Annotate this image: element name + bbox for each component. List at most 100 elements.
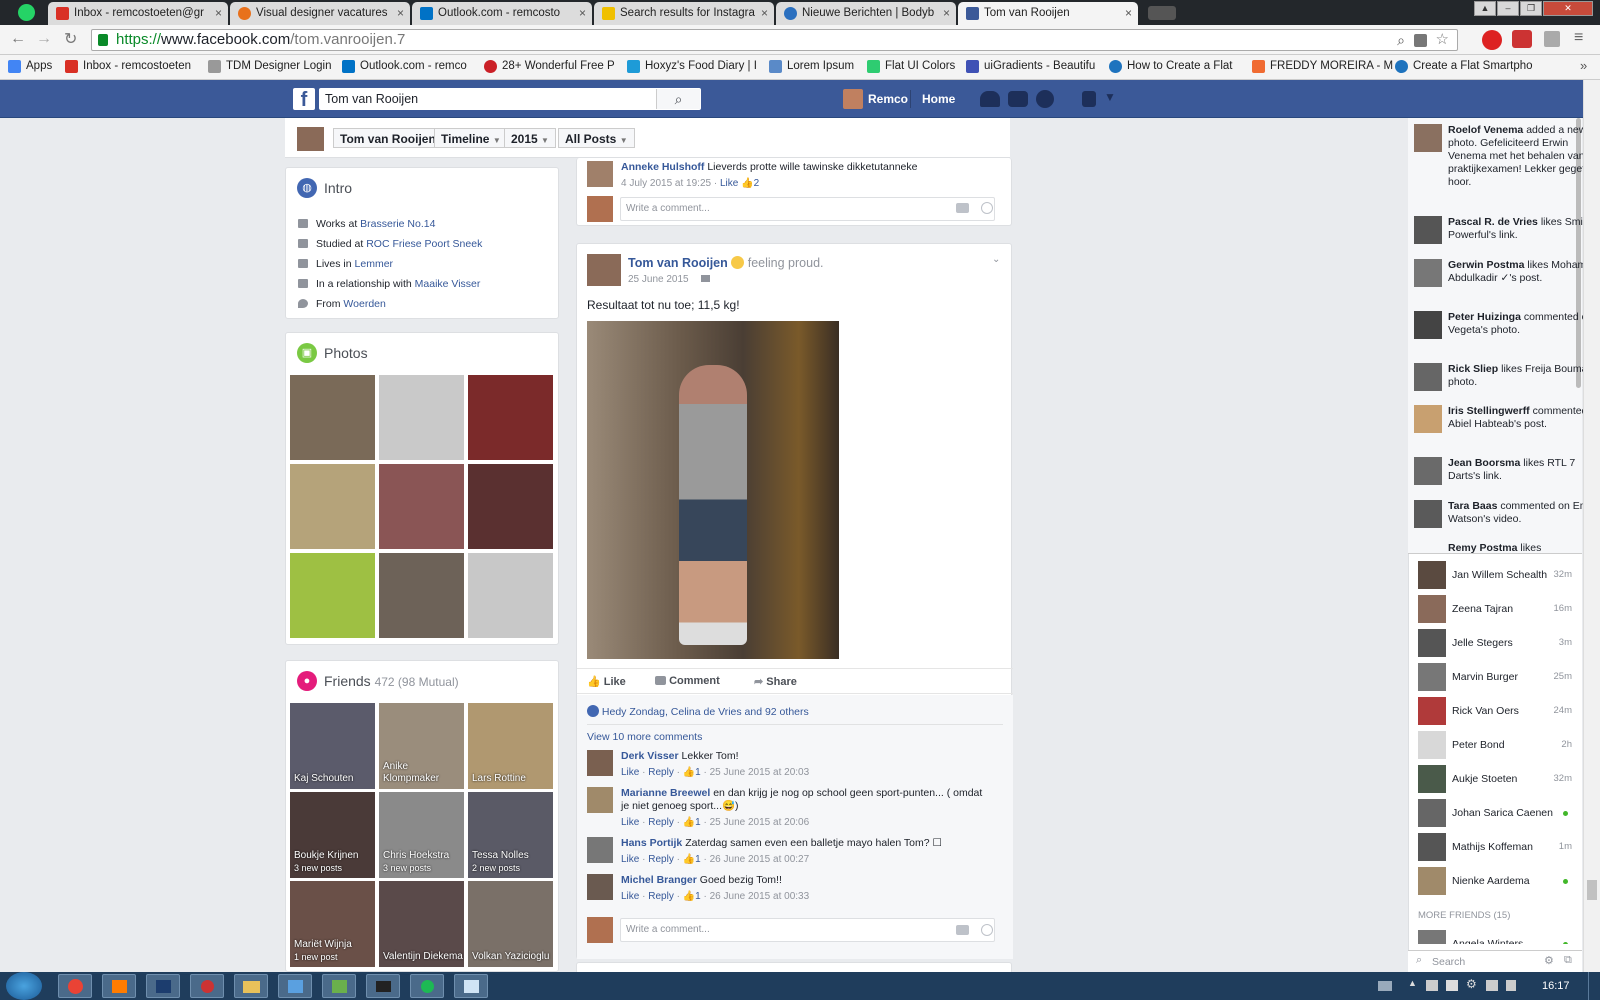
avatar[interactable]: [587, 750, 613, 776]
ticker-item[interactable]: Jean Boorsma likes RTL 7 Darts's link.: [1414, 457, 1600, 485]
tab-facebook[interactable]: Tom van Rooijen ×: [958, 2, 1138, 25]
tray-gear-icon[interactable]: ⚙: [1466, 977, 1477, 991]
intro-link[interactable]: Maaike Visser: [415, 278, 481, 290]
comment-button[interactable]: Comment: [655, 675, 720, 687]
bookmark-gmail[interactable]: Inbox - remcostoeten: [65, 59, 191, 74]
opera-taskbar-icon[interactable]: [190, 974, 224, 998]
comment-author[interactable]: Anneke Hulshoff: [621, 161, 704, 173]
like-count[interactable]: 1: [695, 767, 701, 778]
photo-thumbnail[interactable]: [468, 375, 553, 460]
new-tab-button[interactable]: [1148, 6, 1176, 20]
avatar[interactable]: [843, 89, 863, 109]
chat-contact[interactable]: Jan Willem Schealth 32m: [1418, 561, 1578, 589]
tab-instagram-search[interactable]: Search results for Instagra ×: [594, 2, 774, 25]
bookmark-freddy[interactable]: FREDDY MOREIRA - M: [1252, 59, 1393, 74]
chrome-taskbar-icon[interactable]: [58, 974, 92, 998]
share-button[interactable]: ➦ Share: [754, 675, 797, 688]
privacy-icon[interactable]: [1082, 91, 1096, 107]
ticker-item[interactable]: Peter Huizinga commented on Vegeta's pho…: [1414, 311, 1600, 339]
bookmark-flatui[interactable]: Flat UI Colors: [867, 59, 955, 74]
comment-author[interactable]: Michel Branger: [621, 874, 697, 886]
photo-thumbnail[interactable]: [468, 464, 553, 549]
close-window-button[interactable]: ✕: [1543, 1, 1593, 16]
tab-gmail[interactable]: Inbox - remcostoeten@gr ×: [48, 2, 228, 25]
ticker-item[interactable]: Gerwin Postma likes Mohamed Abdulkadir ✓…: [1414, 259, 1600, 287]
chat-contact[interactable]: Angela Winters: [1418, 930, 1578, 944]
batman-taskbar-icon[interactable]: [366, 974, 400, 998]
paint-taskbar-icon[interactable]: [278, 974, 312, 998]
bookmark-tdm[interactable]: TDM Designer Login: [208, 59, 331, 74]
star-icon[interactable]: ☆: [1436, 30, 1449, 50]
timeline-dropdown[interactable]: Timeline ▼: [434, 128, 508, 148]
friend-tile[interactable]: Anike Klompmaker: [379, 703, 464, 789]
like-link[interactable]: Like: [621, 817, 639, 828]
like-count[interactable]: 1: [695, 817, 701, 828]
chat-contact[interactable]: Zeena Tajran 16m: [1418, 595, 1578, 623]
bookmark-uigradients[interactable]: uiGradients - Beautifu: [966, 59, 1095, 74]
maximize-button[interactable]: ❐: [1520, 1, 1542, 16]
comment-date[interactable]: 25 June 2015 at 20:03: [710, 767, 810, 778]
audience-icon[interactable]: [701, 275, 711, 282]
ticker-item[interactable]: Roelof Venema added a new photo. Gefelic…: [1414, 124, 1600, 189]
chat-search-input[interactable]: Search: [1432, 956, 1465, 968]
friend-tile[interactable]: Lars Rottine: [468, 703, 553, 789]
page-scrollbar[interactable]: [1583, 80, 1600, 972]
close-icon[interactable]: ×: [943, 2, 950, 25]
reply-link[interactable]: Reply: [648, 891, 674, 902]
photo-thumbnail[interactable]: [290, 375, 375, 460]
chat-contact[interactable]: Peter Bond 2h: [1418, 731, 1578, 759]
scroll-thumb[interactable]: [1587, 880, 1597, 900]
notifications-icon[interactable]: [1036, 90, 1054, 108]
avatar[interactable]: [587, 161, 613, 187]
comment-date[interactable]: 26 June 2015 at 00:33: [710, 891, 810, 902]
like-count[interactable]: 1: [695, 854, 701, 865]
post-author[interactable]: Tom van Rooijen: [628, 256, 728, 270]
sticker-icon[interactable]: [981, 202, 993, 214]
chat-contact[interactable]: Marvin Burger 25m: [1418, 663, 1578, 691]
reload-icon[interactable]: ↻: [64, 29, 77, 49]
photo-thumbnail[interactable]: [290, 553, 375, 638]
photo-thumbnail[interactable]: [379, 375, 464, 460]
reply-link[interactable]: Reply: [648, 817, 674, 828]
menu-icon[interactable]: ≡: [1574, 29, 1583, 47]
app-taskbar-icon[interactable]: [322, 974, 356, 998]
zoom-icon[interactable]: ⌕: [1397, 30, 1405, 50]
facebook-logo[interactable]: f: [293, 88, 315, 111]
intro-link[interactable]: Brasserie No.14: [360, 218, 435, 230]
avatar[interactable]: [587, 837, 613, 863]
year-dropdown[interactable]: 2015 ▼: [504, 128, 556, 148]
url-input[interactable]: https://www.facebook.com/tom.vanrooijen.…: [91, 29, 1458, 51]
tab-bodybuilding[interactable]: Nieuwe Berichten | Bodyb ×: [776, 2, 956, 25]
whatsapp-icon[interactable]: [18, 4, 35, 21]
chat-contact[interactable]: Aukje Stoeten 32m: [1418, 765, 1578, 793]
avatar[interactable]: [587, 874, 613, 900]
friend-tile[interactable]: Valentijn Diekema: [379, 881, 464, 967]
avatar[interactable]: [587, 787, 613, 813]
chat-contact[interactable]: Jelle Stegers 3m: [1418, 629, 1578, 657]
popout-icon[interactable]: ⧉: [1564, 954, 1572, 967]
friend-tile[interactable]: Chris Hoekstra 3 new posts: [379, 792, 464, 878]
comment-date[interactable]: 26 June 2015 at 00:27: [710, 854, 810, 865]
messages-icon[interactable]: [1008, 91, 1028, 107]
minimize-button[interactable]: –: [1497, 1, 1519, 16]
comment-author[interactable]: Marianne Breewel: [621, 787, 710, 799]
close-icon[interactable]: ×: [1125, 2, 1132, 25]
friend-tile[interactable]: Boukje Krijnen 3 new posts: [290, 792, 375, 878]
ticker-item[interactable]: Remy Postma likes: [1448, 542, 1600, 553]
start-button[interactable]: [6, 972, 42, 1000]
bookmark-pinterest[interactable]: 28+ Wonderful Free P: [484, 59, 615, 74]
photo-thumbnail[interactable]: [379, 464, 464, 549]
friend-tile[interactable]: Tessa Nolles 2 new posts: [468, 792, 553, 878]
comment-input[interactable]: Write a comment...: [620, 918, 995, 942]
reply-link[interactable]: Reply: [648, 854, 674, 865]
comment-input[interactable]: Write a comment...: [620, 197, 995, 221]
ticker-item[interactable]: Rick Sliep likes Freija Bouma's photo.: [1414, 363, 1600, 391]
explorer-taskbar-icon[interactable]: [234, 974, 268, 998]
tab-vacatures[interactable]: Visual designer vacatures ×: [230, 2, 410, 25]
more-bookmarks-icon[interactable]: »: [1580, 58, 1587, 73]
close-icon[interactable]: ×: [397, 2, 404, 25]
author-avatar[interactable]: [587, 254, 621, 286]
profile-link[interactable]: Remco: [868, 92, 908, 106]
like-link[interactable]: Like: [720, 178, 738, 189]
post-date[interactable]: 25 June 2015: [628, 274, 689, 285]
